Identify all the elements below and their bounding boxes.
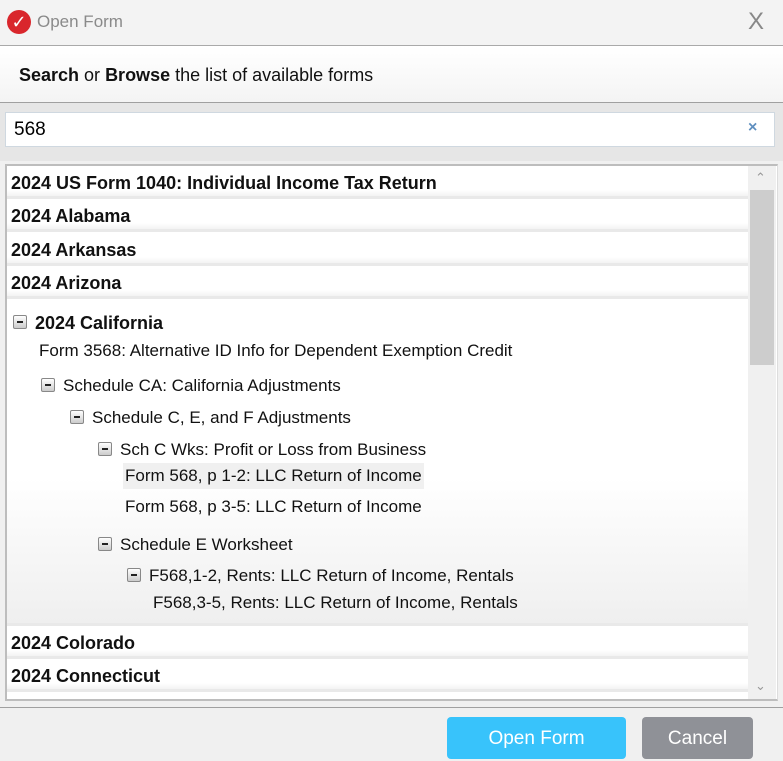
cancel-button[interactable]: Cancel bbox=[642, 717, 753, 759]
tree-item-form-568-p3-5[interactable]: Form 568, p 3-5: LLC Return of Income bbox=[125, 497, 422, 517]
footer-divider bbox=[0, 707, 783, 708]
open-form-button[interactable]: Open Form bbox=[447, 717, 626, 759]
search-input[interactable] bbox=[5, 112, 775, 147]
group-alabama[interactable]: 2024 Alabama bbox=[7, 199, 749, 232]
instructions-text: Search or Browse the list of available f… bbox=[19, 65, 373, 86]
group-arkansas[interactable]: 2024 Arkansas bbox=[7, 233, 749, 266]
node-label: Sch C Wks: Profit or Loss from Business bbox=[120, 440, 427, 459]
collapse-icon[interactable] bbox=[98, 441, 112, 456]
clear-search-icon[interactable]: × bbox=[748, 119, 757, 137]
group-connecticut[interactable]: 2024 Connecticut bbox=[7, 659, 749, 692]
collapse-icon[interactable] bbox=[41, 377, 55, 392]
scroll-down-icon[interactable]: ⌄ bbox=[755, 678, 766, 694]
group-california: 2024 California Form 3568: Alternative I… bbox=[7, 300, 749, 626]
group-colorado[interactable]: 2024 Colorado bbox=[7, 626, 749, 659]
group-us-1040[interactable]: 2024 US Form 1040: Individual Income Tax… bbox=[7, 166, 749, 199]
group-label: 2024 US Form 1040: Individual Income Tax… bbox=[11, 173, 437, 193]
close-icon[interactable]: X bbox=[748, 8, 764, 36]
tree-node-schedule-ca[interactable]: Schedule CA: California Adjustments bbox=[41, 376, 341, 396]
collapse-icon[interactable] bbox=[13, 315, 27, 330]
scrollbar-thumb[interactable] bbox=[750, 190, 774, 365]
tree-node-sch-c-wks[interactable]: Sch C Wks: Profit or Loss from Business bbox=[98, 440, 426, 460]
group-label: 2024 Colorado bbox=[11, 633, 136, 653]
tree-node-schedule-e[interactable]: Schedule E Worksheet bbox=[98, 535, 293, 555]
group-arizona[interactable]: 2024 Arizona bbox=[7, 266, 749, 299]
tree-node-california[interactable]: 2024 California bbox=[13, 313, 163, 334]
group-label: 2024 Alabama bbox=[11, 206, 131, 226]
search-word: Search bbox=[19, 65, 80, 85]
node-label: Schedule E Worksheet bbox=[120, 535, 293, 554]
collapse-icon[interactable] bbox=[70, 409, 84, 424]
forms-tree: 2024 US Form 1040: Individual Income Tax… bbox=[5, 164, 778, 701]
instructions-header: Search or Browse the list of available f… bbox=[0, 46, 783, 103]
window-title: Open Form bbox=[37, 12, 123, 31]
tree-item-form-568-p1-2[interactable]: Form 568, p 1-2: LLC Return of Income bbox=[123, 463, 424, 489]
group-label: 2024 Arizona bbox=[11, 273, 122, 293]
tree-node-f568-1-2-rents[interactable]: F568,1-2, Rents: LLC Return of Income, R… bbox=[127, 566, 514, 586]
group-label: 2024 Connecticut bbox=[11, 666, 161, 686]
tree-item-f568-3-5-rents[interactable]: F568,3-5, Rents: LLC Return of Income, R… bbox=[153, 593, 518, 613]
collapse-icon[interactable] bbox=[98, 536, 112, 551]
collapse-icon[interactable] bbox=[127, 567, 141, 582]
tree-item-form-3568[interactable]: Form 3568: Alternative ID Info for Depen… bbox=[39, 341, 512, 361]
tree-node-schedule-cef[interactable]: Schedule C, E, and F Adjustments bbox=[70, 408, 351, 428]
node-label: Schedule CA: California Adjustments bbox=[63, 376, 341, 395]
browse-word: Browse bbox=[105, 65, 171, 85]
node-label: F568,1-2, Rents: LLC Return of Income, R… bbox=[149, 566, 514, 585]
checkmark-logo-icon: ✓ bbox=[7, 10, 31, 34]
group-label: 2024 Arkansas bbox=[11, 240, 137, 260]
node-label: 2024 California bbox=[35, 313, 164, 333]
scroll-up-icon[interactable]: ⌃ bbox=[755, 170, 766, 186]
node-label: Schedule C, E, and F Adjustments bbox=[92, 408, 351, 427]
or-word: or bbox=[79, 65, 106, 85]
instructions-rest: the list of available forms bbox=[170, 65, 374, 85]
